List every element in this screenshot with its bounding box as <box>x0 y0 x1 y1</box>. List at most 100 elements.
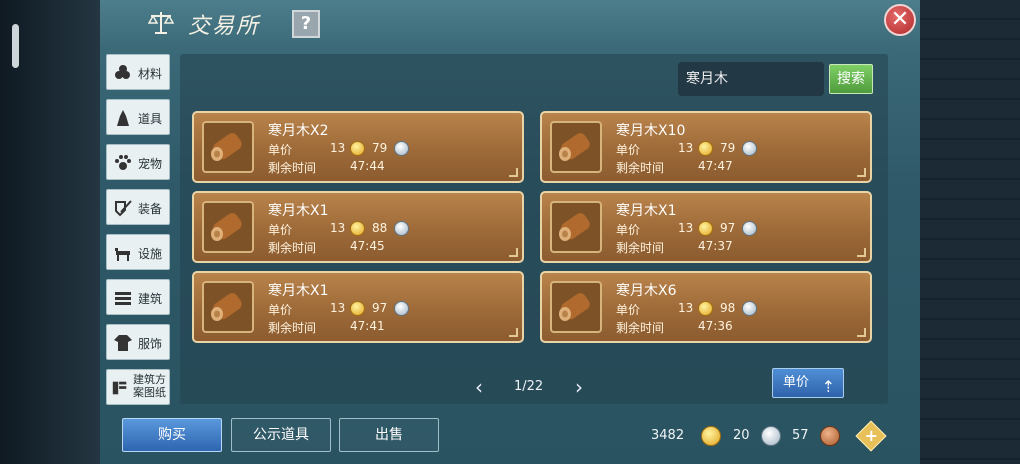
corner-ornament <box>509 168 518 177</box>
blueprint-icon <box>112 381 127 395</box>
silver-coin-icon <box>742 141 757 156</box>
silver-price: 97 <box>372 301 388 315</box>
corner-ornament <box>857 328 866 337</box>
wood-log-icon <box>202 121 254 173</box>
gold-coin-icon <box>698 141 713 156</box>
add-currency-button[interactable]: + <box>855 420 887 452</box>
sidebar-item-facilities[interactable]: 设施 <box>106 234 170 270</box>
next-page-button[interactable]: › <box>575 375 583 399</box>
sidebar-item-label: 建筑 <box>138 292 163 306</box>
public-items-tab[interactable]: 公示道具 <box>231 418 331 452</box>
listing-card[interactable]: 寒月木X1 单价 剩余时间 13 97 47:37 <box>540 191 872 263</box>
time-left: 47:37 <box>698 239 733 253</box>
silver-balance: 20 <box>733 428 750 443</box>
silver-coin-icon <box>742 221 757 236</box>
exchange-panel: 交易所 ? ✕ 材料 道具 宠物 装备 设施 建筑 服饰 建筑方案图纸 寒月木 … <box>100 0 920 464</box>
gold-price: 13 <box>330 301 346 315</box>
silver-price: 98 <box>720 301 736 315</box>
silver-price: 88 <box>372 221 388 235</box>
wood-log-icon <box>550 281 602 333</box>
props-icon <box>117 110 129 126</box>
page-title: 交易所 <box>188 14 261 39</box>
listing-card[interactable]: 寒月木X6 单价 剩余时间 13 98 47:36 <box>540 271 872 343</box>
gold-coin-icon <box>350 141 365 156</box>
gold-coin-icon <box>350 221 365 236</box>
gold-coin-icon <box>698 301 713 316</box>
sidebar-item-buildings[interactable]: 建筑 <box>106 279 170 315</box>
copper-balance: 57 <box>792 428 809 443</box>
background-right-scenery <box>920 0 1020 464</box>
gold-coin-icon <box>701 426 721 446</box>
time-left-label: 剩余时间 <box>268 241 317 255</box>
listing-card[interactable]: 寒月木X10 单价 剩余时间 13 79 47:47 <box>540 111 872 183</box>
scale-icon <box>147 12 175 34</box>
silver-coin-icon <box>742 301 757 316</box>
time-left-label: 剩余时间 <box>616 241 665 255</box>
time-left: 47:44 <box>350 159 385 173</box>
sidebar-item-materials[interactable]: 材料 <box>106 54 170 90</box>
listing-name: 寒月木X6 <box>616 283 677 299</box>
clothing-icon <box>114 335 132 351</box>
materials-icon <box>115 65 130 79</box>
listing-name: 寒月木X1 <box>268 283 329 299</box>
time-left-label: 剩余时间 <box>616 321 665 335</box>
equipment-icon <box>115 200 132 217</box>
silver-price: 97 <box>720 221 736 235</box>
sidebar-item-label: 建筑方案图纸 <box>133 373 166 399</box>
sidebar-item-blueprints[interactable]: 建筑方案图纸 <box>106 369 170 405</box>
listing-card[interactable]: 寒月木X1 单价 剩余时间 13 88 47:45 <box>192 191 524 263</box>
prev-page-button[interactable]: ‹ <box>475 375 483 399</box>
gold-price: 13 <box>678 221 694 235</box>
silver-coin-icon <box>394 141 409 156</box>
price-label: 单价 <box>268 223 293 237</box>
side-handle[interactable] <box>12 24 19 68</box>
close-button[interactable]: ✕ <box>884 4 916 36</box>
help-button[interactable]: ? <box>292 10 320 38</box>
sort-by-price-button[interactable]: 单价 ⇡ <box>772 368 844 398</box>
listing-name: 寒月木X1 <box>268 203 329 219</box>
time-left-label: 剩余时间 <box>268 161 317 175</box>
price-label: 单价 <box>616 143 641 157</box>
sidebar-item-label: 宠物 <box>138 157 163 171</box>
silver-coin-icon <box>761 426 781 446</box>
listing-card[interactable]: 寒月木X1 单价 剩余时间 13 97 47:41 <box>192 271 524 343</box>
background-left-scenery <box>0 0 100 464</box>
listing-name: 寒月木X2 <box>268 123 329 139</box>
building-icon <box>115 292 131 305</box>
sort-arrow-icon: ⇡ <box>821 377 835 396</box>
listing-area: 寒月木 搜索 寒月木X2 单价 剩余时间 13 79 47:44 寒月木X10 … <box>180 54 888 404</box>
time-left-label: 剩余时间 <box>268 321 317 335</box>
sidebar-item-label: 设施 <box>138 247 163 261</box>
gold-coin-icon <box>350 301 365 316</box>
buy-tab[interactable]: 购买 <box>122 418 222 452</box>
listing-name: 寒月木X1 <box>616 203 677 219</box>
sidebar-item-label: 装备 <box>138 202 163 216</box>
time-left-label: 剩余时间 <box>616 161 665 175</box>
listing-card[interactable]: 寒月木X2 单价 剩余时间 13 79 47:44 <box>192 111 524 183</box>
gold-coin-icon <box>698 221 713 236</box>
sidebar-item-equipment[interactable]: 装备 <box>106 189 170 225</box>
sidebar-item-label: 材料 <box>138 67 163 81</box>
silver-price: 79 <box>720 141 736 155</box>
wood-log-icon <box>550 121 602 173</box>
time-left: 47:41 <box>350 319 385 333</box>
wood-log-icon <box>202 281 254 333</box>
corner-ornament <box>509 248 518 257</box>
search-input[interactable]: 寒月木 <box>678 62 824 96</box>
corner-ornament <box>509 328 518 337</box>
time-left: 47:36 <box>698 319 733 333</box>
sidebar-item-pets[interactable]: 宠物 <box>106 144 170 180</box>
silver-price: 79 <box>372 141 388 155</box>
panel-header: 交易所 ? ✕ <box>100 0 920 46</box>
corner-ornament <box>857 248 866 257</box>
sidebar-item-clothing[interactable]: 服饰 <box>106 324 170 360</box>
sell-tab[interactable]: 出售 <box>339 418 439 452</box>
price-label: 单价 <box>616 223 641 237</box>
wood-log-icon <box>550 201 602 253</box>
gold-price: 13 <box>330 141 346 155</box>
time-left: 47:45 <box>350 239 385 253</box>
sidebar-item-props[interactable]: 道具 <box>106 99 170 135</box>
gold-price: 13 <box>678 301 694 315</box>
search-button[interactable]: 搜索 <box>829 64 873 94</box>
price-label: 单价 <box>268 303 293 317</box>
